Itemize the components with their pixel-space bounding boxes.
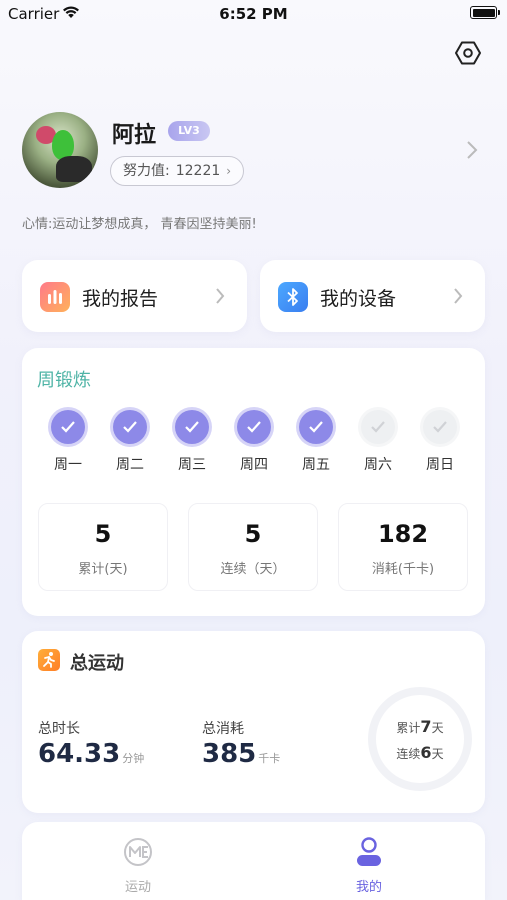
- clock: 6:52 PM: [219, 5, 288, 23]
- check-icon: [113, 410, 147, 444]
- username: 阿拉: [112, 123, 157, 148]
- check-icon: [299, 410, 333, 444]
- day-label: 周二: [116, 457, 144, 473]
- stat-value: 5: [94, 520, 112, 548]
- effort-value: 12221: [175, 163, 221, 179]
- sport-logo-icon: [124, 838, 152, 866]
- my-report-label: 我的报告: [82, 288, 159, 310]
- stat-value: 182: [377, 520, 429, 548]
- stat-cumulative-days: 5 累计(天): [38, 503, 168, 591]
- tab-sport[interactable]: 运动: [98, 836, 178, 895]
- tab-mine-label: 我的: [355, 880, 382, 895]
- ring-streak: 连续6天: [396, 743, 444, 762]
- level-badge: LV3: [168, 121, 210, 141]
- day-mon: 周一: [38, 410, 98, 474]
- total-exercise-card: 总运动 总时长 64.33 分钟 总消耗 385 千卡 累计7天 连续6天: [22, 631, 485, 813]
- total-duration-value: 64.33 分钟: [38, 739, 144, 769]
- day-label: 周四: [240, 457, 268, 473]
- check-icon: [423, 410, 457, 444]
- stat-label: 消耗(千卡): [371, 562, 435, 577]
- check-icon: [237, 410, 271, 444]
- total-calories-value: 385 千卡: [202, 739, 280, 769]
- days-ring: 累计7天 连续6天: [368, 687, 472, 791]
- tab-sport-label: 运动: [124, 880, 151, 895]
- battery-icon: [470, 6, 500, 19]
- my-device-label: 我的设备: [320, 288, 397, 310]
- check-icon: [361, 410, 395, 444]
- day-fri: 周五: [286, 410, 346, 474]
- stat-calories: 182 消耗(千卡): [338, 503, 468, 591]
- stat-streak-days: 5 连续（天）: [188, 503, 318, 591]
- chevron-right-icon: ›: [226, 164, 232, 178]
- status-bar: Carrier 6:52 PM: [0, 0, 507, 30]
- effort-points-button[interactable]: 努力值: 12221 ›: [110, 156, 245, 186]
- stat-value: 5: [244, 520, 262, 548]
- chevron-right-icon: [216, 288, 225, 304]
- my-device-button[interactable]: 我的设备: [260, 260, 485, 332]
- stat-label: 累计(天): [78, 562, 128, 577]
- effort-label: 努力值:: [123, 163, 170, 179]
- day-sun: 周日: [410, 410, 470, 474]
- calories-number: 385: [202, 739, 257, 769]
- day-label: 周五: [302, 457, 330, 473]
- running-icon: [38, 649, 60, 671]
- total-duration-label: 总时长: [38, 721, 80, 737]
- weekly-exercise-card: 周锻炼 周一 周二 周三 周四 周五 周六 周日 5 累计(天) 5 连续（天）…: [22, 348, 485, 616]
- calories-unit: 千卡: [258, 752, 281, 765]
- mood-text: 心情:运动让梦想成真， 青春因坚持美丽!: [22, 217, 257, 232]
- ring-cumulative: 累计7天: [396, 717, 444, 736]
- bar-chart-icon: [40, 282, 70, 312]
- tab-bar: 运动 我的: [22, 822, 485, 900]
- stat-label: 连续（天）: [220, 562, 286, 577]
- day-label: 周六: [364, 457, 392, 473]
- duration-number: 64.33: [38, 739, 121, 769]
- day-label: 周一: [54, 457, 82, 473]
- day-thu: 周四: [224, 410, 284, 474]
- avatar[interactable]: [22, 112, 98, 188]
- day-label: 周日: [426, 457, 454, 473]
- total-exercise-title: 总运动: [70, 653, 124, 674]
- user-icon: [357, 837, 381, 866]
- bluetooth-icon: [278, 282, 308, 312]
- weekly-exercise-title: 周锻炼: [37, 370, 91, 391]
- day-label: 周三: [178, 457, 206, 473]
- day-tue: 周二: [100, 410, 160, 474]
- profile-header[interactable]: 阿拉 LV3 努力值: 12221 ›: [22, 112, 492, 192]
- check-icon: [175, 410, 209, 444]
- tab-mine[interactable]: 我的: [329, 836, 409, 895]
- duration-unit: 分钟: [122, 752, 145, 765]
- check-icon: [51, 410, 85, 444]
- chevron-right-icon: [454, 288, 463, 304]
- total-calories-label: 总消耗: [202, 721, 244, 737]
- chevron-right-icon[interactable]: [466, 140, 478, 160]
- my-report-button[interactable]: 我的报告: [22, 260, 247, 332]
- day-sat: 周六: [348, 410, 408, 474]
- day-wed: 周三: [162, 410, 222, 474]
- settings-icon[interactable]: [455, 40, 481, 66]
